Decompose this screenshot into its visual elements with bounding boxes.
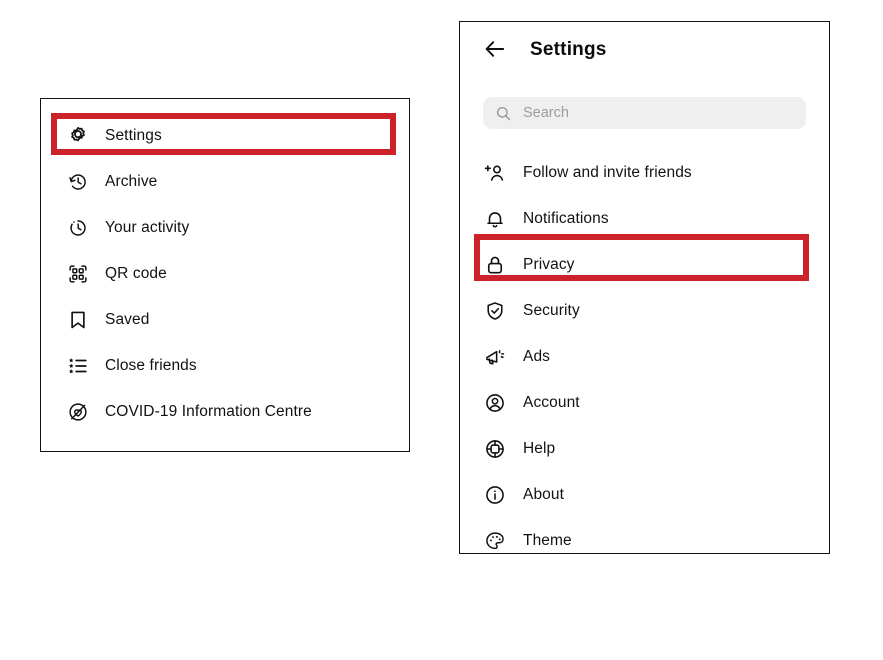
- settings-item-label: Privacy: [523, 256, 575, 274]
- menu-item-settings[interactable]: Settings: [41, 113, 409, 159]
- menu-item-label: Close friends: [105, 357, 197, 375]
- covid-heart-icon: [65, 399, 91, 425]
- settings-item-label: Ads: [523, 348, 551, 366]
- search-input[interactable]: Search: [483, 97, 806, 129]
- menu-item-close-friends[interactable]: Close friends: [41, 343, 409, 389]
- menu-item-archive[interactable]: Archive: [41, 159, 409, 205]
- menu-item-qr-code[interactable]: QR code: [41, 251, 409, 297]
- settings-header: Settings: [460, 22, 829, 76]
- settings-item-ads[interactable]: Ads: [460, 334, 829, 380]
- settings-panel: Settings Search Follow and invite friend…: [459, 21, 830, 554]
- settings-item-about[interactable]: About: [460, 472, 829, 518]
- bookmark-icon: [65, 307, 91, 333]
- settings-item-label: Notifications: [523, 210, 609, 228]
- settings-item-notifications[interactable]: Notifications: [460, 196, 829, 242]
- settings-item-follow-and-invite-friends[interactable]: Follow and invite friends: [460, 150, 829, 196]
- settings-item-privacy[interactable]: Privacy: [460, 242, 829, 288]
- settings-item-label: Follow and invite friends: [523, 164, 692, 182]
- menu-item-label: QR code: [105, 265, 167, 283]
- back-arrow-icon[interactable]: [482, 36, 508, 62]
- palette-icon: [482, 528, 508, 554]
- menu-item-your-activity[interactable]: Your activity: [41, 205, 409, 251]
- settings-item-help[interactable]: Help: [460, 426, 829, 472]
- qr-code-icon: [65, 261, 91, 287]
- activity-clock-icon: [65, 215, 91, 241]
- settings-item-security[interactable]: Security: [460, 288, 829, 334]
- profile-menu-panel: Settings Archive Your activity QR code S…: [40, 98, 410, 452]
- page-title: Settings: [530, 38, 607, 60]
- gear-icon: [65, 123, 91, 149]
- profile-menu-list: Settings Archive Your activity QR code S…: [41, 99, 409, 451]
- menu-item-label: Saved: [105, 311, 150, 329]
- menu-item-covid-information-centre[interactable]: COVID-19 Information Centre: [41, 389, 409, 435]
- search-icon: [495, 105, 512, 122]
- settings-item-label: Security: [523, 302, 580, 320]
- settings-item-label: Theme: [523, 532, 572, 550]
- lifebuoy-icon: [482, 436, 508, 462]
- menu-item-label: Settings: [105, 127, 162, 145]
- menu-item-label: Archive: [105, 173, 158, 191]
- bell-icon: [482, 206, 508, 232]
- settings-item-theme[interactable]: Theme: [460, 518, 829, 564]
- shield-check-icon: [482, 298, 508, 324]
- megaphone-icon: [482, 344, 508, 370]
- account-circle-icon: [482, 390, 508, 416]
- close-friends-list-icon: [65, 353, 91, 379]
- lock-icon: [482, 252, 508, 278]
- settings-item-account[interactable]: Account: [460, 380, 829, 426]
- settings-item-label: About: [523, 486, 565, 504]
- settings-item-label: Account: [523, 394, 580, 412]
- settings-menu-list: Follow and invite friends Notifications …: [460, 129, 829, 660]
- menu-item-saved[interactable]: Saved: [41, 297, 409, 343]
- settings-item-label: Help: [523, 440, 556, 458]
- info-circle-icon: [482, 482, 508, 508]
- menu-item-label: Your activity: [105, 219, 190, 237]
- search-container: Search: [460, 97, 829, 129]
- add-person-icon: [482, 160, 508, 186]
- archive-clock-icon: [65, 169, 91, 195]
- menu-item-label: COVID-19 Information Centre: [105, 403, 312, 421]
- search-placeholder: Search: [523, 104, 569, 121]
